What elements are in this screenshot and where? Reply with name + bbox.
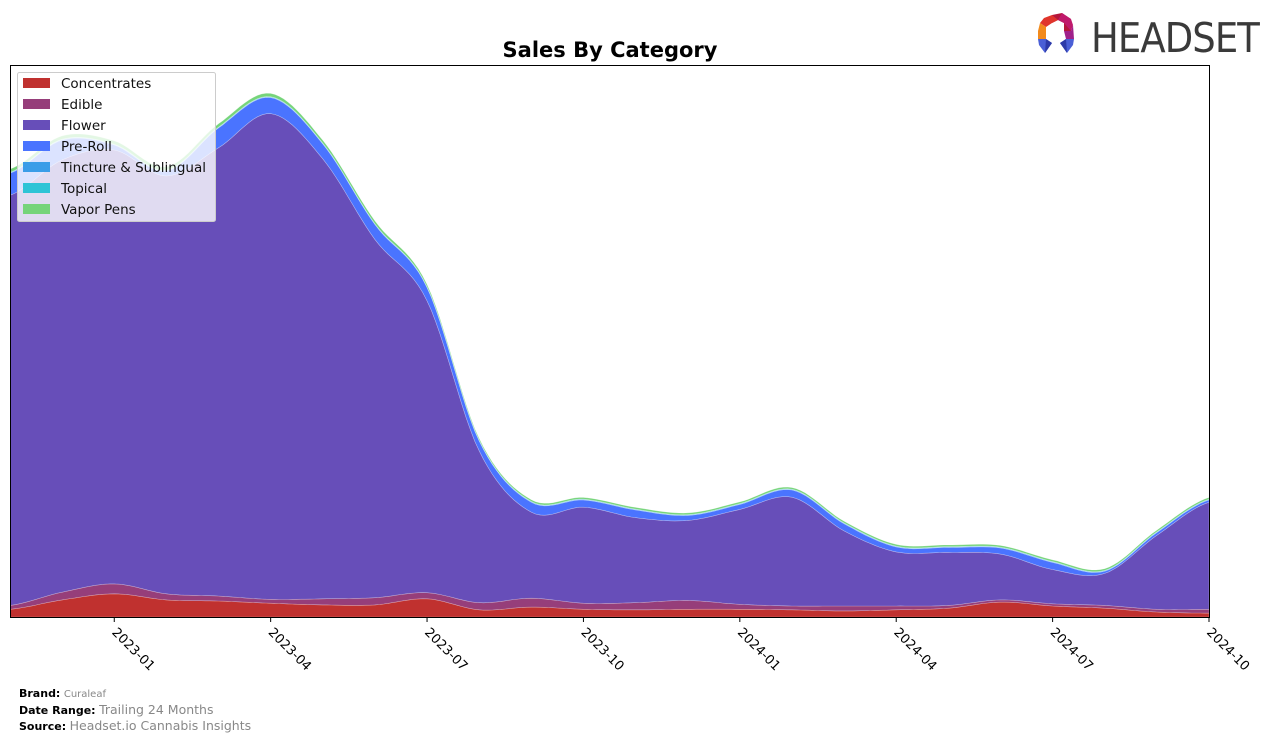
legend-swatch bbox=[23, 183, 50, 193]
legend-swatch bbox=[23, 78, 50, 88]
footer-date-range-value: Trailing 24 Months bbox=[99, 702, 214, 717]
footer-brand-value: Curaleaf bbox=[63, 689, 106, 700]
legend-label: Tincture & Sublingual bbox=[60, 160, 206, 176]
legend-swatch bbox=[23, 120, 50, 130]
legend-swatch bbox=[23, 162, 50, 172]
x-tick-label: 2023-10 bbox=[578, 625, 627, 674]
footer-brand: Brand: Curaleaf bbox=[19, 686, 251, 702]
legend-swatch bbox=[23, 204, 50, 214]
x-tick-label: 2024-10 bbox=[1203, 625, 1252, 674]
x-axis-ticks: 2023-01 2023-04 2023-07 2023-10 2024-01 2024-… bbox=[108, 617, 1252, 674]
legend-swatch bbox=[23, 141, 50, 151]
footer-source-label: Source: bbox=[19, 720, 67, 733]
x-tick-label: 2023-07 bbox=[421, 625, 470, 674]
x-tick-label: 2023-01 bbox=[108, 625, 157, 674]
legend: Concentrates Edible Flower Pre-Roll Tincture… bbox=[17, 72, 216, 222]
x-tick-label: 2024-04 bbox=[890, 625, 939, 674]
legend-swatch bbox=[23, 99, 50, 109]
chart-footer: Brand: Curaleaf Date Range: Trailing 24 … bbox=[19, 686, 251, 734]
legend-label: Concentrates bbox=[61, 76, 151, 92]
legend-label: Flower bbox=[61, 118, 106, 134]
x-tick-label: 2023-04 bbox=[265, 625, 314, 674]
footer-brand-label: Brand: bbox=[19, 687, 61, 700]
x-tick-label: 2024-01 bbox=[734, 625, 783, 674]
headset-logo: HEADSET bbox=[1038, 13, 1262, 62]
footer-date-range-label: Date Range: bbox=[19, 704, 96, 717]
legend-label: Edible bbox=[61, 97, 102, 113]
headset-logo-text: HEADSET bbox=[1091, 14, 1261, 62]
legend-label: Pre-Roll bbox=[61, 139, 112, 155]
chart-title: Sales By Category bbox=[503, 38, 718, 62]
footer-source-value: Headset.io Cannabis Insights bbox=[69, 718, 252, 733]
footer-source: Source: Headset.io Cannabis Insights bbox=[19, 718, 251, 734]
legend-label: Topical bbox=[60, 181, 107, 197]
footer-date-range: Date Range: Trailing 24 Months bbox=[19, 702, 251, 718]
legend-label: Vapor Pens bbox=[61, 202, 136, 218]
x-tick-label: 2024-07 bbox=[1047, 625, 1096, 674]
headset-logo-icon bbox=[1038, 13, 1074, 53]
sales-by-category-chart: Sales By Category 2023-01 2023-04 2023-07 2… bbox=[9, 13, 1262, 674]
